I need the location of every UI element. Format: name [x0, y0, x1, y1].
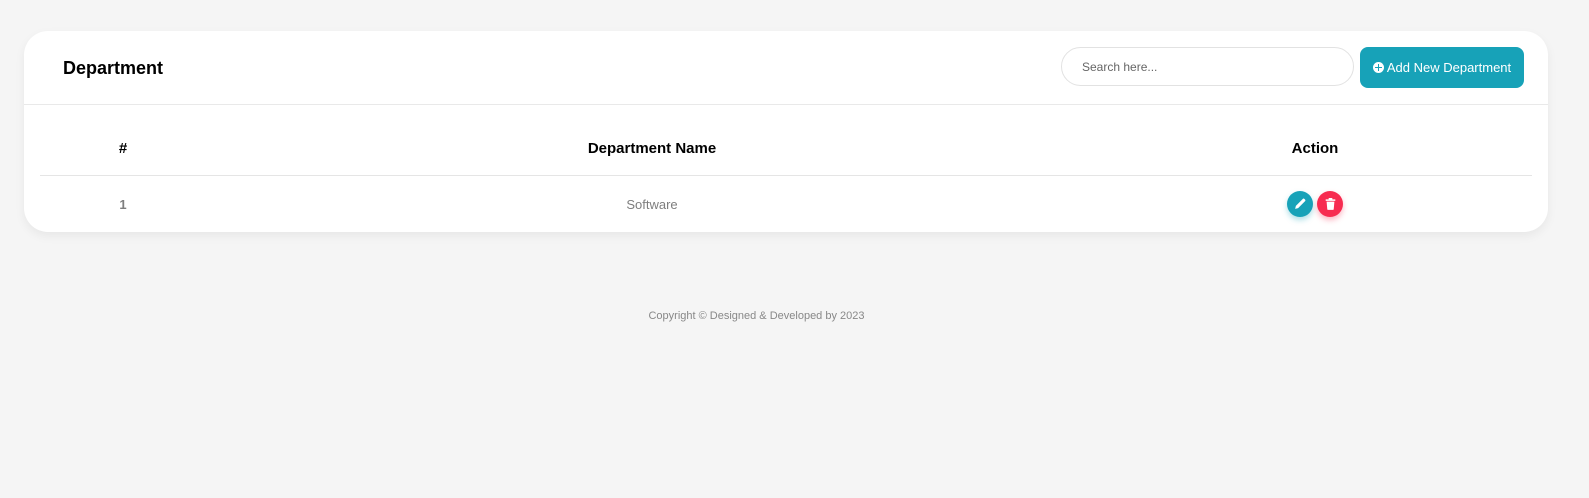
row-actions	[1287, 191, 1343, 217]
add-department-label: Add New Department	[1386, 60, 1512, 75]
column-header-action: Action	[1291, 140, 1339, 157]
search-input[interactable]	[1061, 47, 1354, 86]
column-header-number: #	[118, 140, 128, 157]
plus-circle-icon	[1372, 62, 1384, 73]
department-name-cell: Software	[626, 197, 678, 212]
column-header-department-name: Department Name	[587, 140, 717, 157]
card-header: Department Add New Department	[24, 31, 1548, 105]
department-card: Department Add New Department # Departme…	[24, 31, 1548, 232]
edit-button[interactable]	[1287, 191, 1313, 217]
pencil-icon	[1295, 198, 1306, 209]
page-title: Department	[63, 58, 164, 78]
row-number: 1	[119, 197, 127, 212]
delete-button[interactable]	[1317, 191, 1343, 217]
table-row: 1 Software	[40, 176, 1532, 232]
table-header: # Department Name Action	[40, 105, 1532, 176]
trash-icon	[1325, 198, 1335, 210]
add-department-button[interactable]: Add New Department	[1360, 47, 1524, 88]
department-table: # Department Name Action 1 Software	[40, 105, 1532, 232]
footer-copyright: Copyright © Designed & Developed by 2023	[648, 310, 865, 322]
